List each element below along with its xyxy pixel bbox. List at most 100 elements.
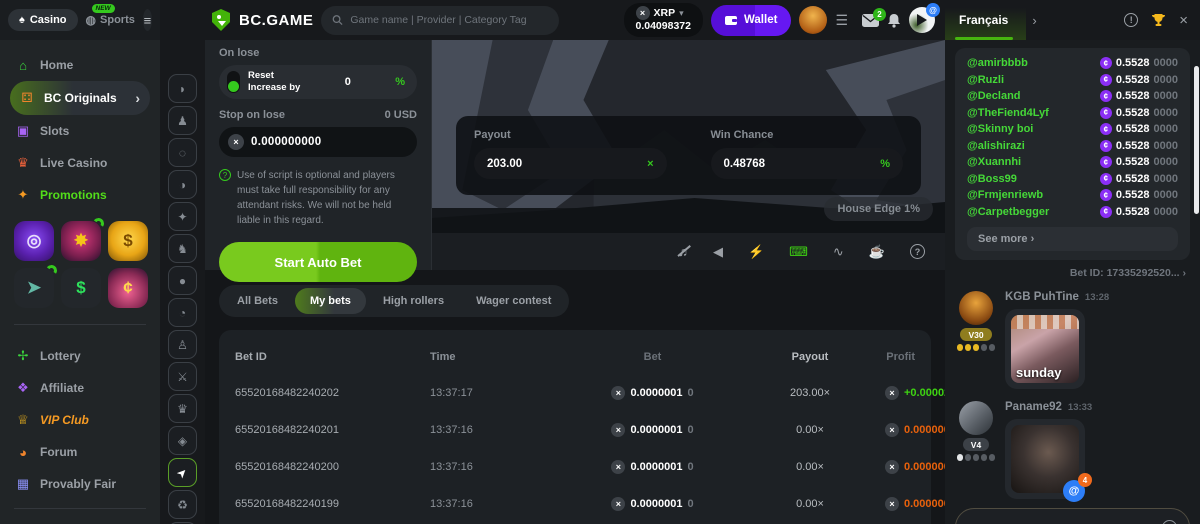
rain-row[interactable]: @Skinny boi ¢ 0.55280000: [967, 121, 1178, 138]
game-icon-coins[interactable]: ✦: [168, 202, 197, 231]
bets-tab[interactable]: Wager contest: [461, 288, 566, 314]
bet-row[interactable]: 65520168482240202 13:37:17 × 0.00000010 …: [235, 374, 915, 411]
game-icon-cards[interactable]: ◔: [168, 298, 197, 327]
sound-icon[interactable]: ◀: [713, 244, 723, 260]
sidebar-item[interactable]: ✢ Lottery: [0, 340, 160, 372]
game-icon-bomb[interactable]: ●: [168, 266, 197, 295]
see-more-button[interactable]: See more ›: [967, 227, 1178, 251]
game-icon-crash[interactable]: ➤: [168, 458, 197, 487]
chat-language-tab[interactable]: Français: [945, 0, 1026, 40]
bets-tab[interactable]: High rollers: [368, 288, 459, 314]
sidebar-item[interactable]: ♛ Live Casino: [0, 147, 160, 179]
game-icon-hat[interactable]: ◈: [168, 426, 197, 455]
rain-username[interactable]: @Xuannhi: [967, 156, 1021, 168]
currency-selector[interactable]: × XRP ▾ 0.04098372: [624, 3, 703, 36]
trophy-icon[interactable]: [1151, 13, 1166, 27]
game-icon-fire[interactable]: ◗: [168, 74, 197, 103]
game-icon-crown[interactable]: ♟: [168, 106, 197, 135]
wallet-button[interactable]: Wallet: [711, 5, 791, 36]
bc-game-logo[interactable]: BC.GAME: [209, 8, 313, 32]
mention-button[interactable]: @ 4: [1063, 480, 1085, 502]
message-username[interactable]: KGB PuhTine: [1005, 291, 1079, 303]
bets-tab[interactable]: All Bets: [222, 288, 293, 314]
sidebar-item[interactable]: ♕ VIP Club: [0, 404, 160, 436]
rain-username[interactable]: @amirbbbb: [967, 57, 1028, 69]
payout-clear-button[interactable]: ×: [647, 158, 653, 170]
casino-toggle[interactable]: ♠ Casino: [8, 9, 78, 31]
avatar[interactable]: [959, 401, 993, 435]
sidebar-item[interactable]: ▣ Slots: [0, 115, 160, 147]
bets-tab[interactable]: My bets: [295, 288, 366, 314]
chat-rules-icon[interactable]: !: [1124, 13, 1138, 27]
rain-username[interactable]: @alishirazi: [967, 140, 1025, 152]
rain-username[interactable]: @TheFiend4Lyf: [967, 107, 1049, 119]
chevron-right-icon[interactable]: ›: [1032, 13, 1036, 28]
notifications-bell-icon[interactable]: [887, 13, 901, 28]
rain-bet-id-link[interactable]: Bet ID: 17335292520... ›: [945, 260, 1200, 283]
rain-row[interactable]: @amirbbbb ¢ 0.55280000: [967, 55, 1178, 72]
rain-row[interactable]: @alishirazi ¢ 0.55280000: [967, 138, 1178, 155]
rain-username[interactable]: @Carpetbegger: [967, 206, 1049, 218]
rain-row[interactable]: @Ruzli ¢ 0.55280000: [967, 72, 1178, 89]
rain-username[interactable]: @Decland: [967, 90, 1021, 102]
hotkeys-icon[interactable]: ⌨: [789, 244, 808, 260]
game-icon-gems[interactable]: ♻: [168, 490, 197, 519]
sidebar-item[interactable]: ⌂ Home: [0, 49, 160, 81]
sidebar-item[interactable]: ◕ Forum: [0, 436, 160, 468]
rain-row[interactable]: @TheFiend4Lyf ¢ 0.55280000: [967, 105, 1178, 122]
bet-row[interactable]: 65520168482240201 13:37:16 × 0.00000010 …: [235, 411, 915, 448]
avatar[interactable]: [959, 291, 993, 325]
sidebar-collapse-button[interactable]: ≡: [143, 9, 152, 31]
bet-row[interactable]: 65520168482240199 13:37:16 × 0.00000010 …: [235, 485, 915, 522]
sidebar-item[interactable]: ▦ Provably Fair: [0, 468, 160, 500]
game-icon-grenade[interactable]: ♙: [168, 330, 197, 359]
win-chance-input[interactable]: 0.48768 %: [711, 148, 904, 179]
increase-value-input[interactable]: 0: [308, 76, 387, 88]
chat-message-input[interactable]: [955, 508, 1190, 524]
sidebar-item[interactable]: ⚃ BC Originals ›: [10, 81, 150, 115]
sports-toggle[interactable]: NEW ◍ Sports: [86, 13, 135, 27]
game-icon-ring[interactable]: ♛: [168, 394, 197, 423]
help-icon[interactable]: ?: [910, 244, 925, 259]
rain-username[interactable]: @Skinny boi: [967, 123, 1033, 135]
game-icon-eggs[interactable]: ◑: [168, 170, 197, 199]
chat-scrollbar[interactable]: [1194, 66, 1199, 214]
game-icon-target[interactable]: ◌: [168, 138, 197, 167]
rain-row[interactable]: @Frmjenriewb ¢ 0.55280000: [967, 187, 1178, 204]
avatar[interactable]: [799, 6, 827, 34]
promo-rocket[interactable]: ➤: [14, 268, 54, 308]
rain-username[interactable]: @Frmjenriewb: [967, 189, 1043, 201]
promo-lucky-wheel[interactable]: ✸: [61, 221, 101, 261]
mail-icon[interactable]: 2: [862, 14, 879, 27]
game-icon-sword[interactable]: ⚔: [168, 362, 197, 391]
chat-toggle-icon[interactable]: @: [909, 7, 935, 33]
rain-username[interactable]: @Ruzli: [967, 74, 1004, 86]
message-image[interactable]: sunday: [1005, 309, 1085, 389]
emoji-icon[interactable]: [1162, 520, 1177, 524]
rain-row[interactable]: @Xuannhi ¢ 0.55280000: [967, 154, 1178, 171]
message-username[interactable]: Paname92: [1005, 401, 1062, 413]
mode-labels[interactable]: Reset Increase by: [248, 70, 300, 94]
promo-dart-spin[interactable]: ◎: [14, 221, 54, 261]
rain-row[interactable]: @Carpetbegger ¢ 0.55280000: [967, 204, 1178, 221]
trends-icon[interactable]: ∿: [833, 244, 844, 260]
payout-input[interactable]: 203.00 ×: [474, 148, 667, 179]
profile-menu-icon[interactable]: ☰: [835, 12, 848, 29]
music-off-icon[interactable]: ♫: [678, 244, 688, 259]
reset-increase-toggle[interactable]: [227, 71, 240, 93]
rain-row[interactable]: @Decland ¢ 0.55280000: [967, 88, 1178, 105]
stop-on-lose-input[interactable]: × 0.000000000: [219, 127, 417, 157]
sidebar-item[interactable]: ✦ Promotions: [0, 179, 160, 211]
promo-cash-tag[interactable]: $: [61, 268, 101, 308]
promo-coin-drop[interactable]: ¢: [108, 268, 148, 308]
game-icon-crab[interactable]: ♞: [168, 234, 197, 263]
bet-row[interactable]: 65520168482240200 13:37:16 × 0.00000010 …: [235, 448, 915, 485]
search-input[interactable]: [350, 14, 548, 26]
sidebar-item[interactable]: ❖ Affiliate: [0, 372, 160, 404]
rain-username[interactable]: @Boss99: [967, 173, 1017, 185]
close-icon[interactable]: ×: [1179, 12, 1188, 29]
promo-piggy-bank[interactable]: $: [108, 221, 148, 261]
turbo-icon[interactable]: ⚡: [748, 244, 764, 260]
rain-row[interactable]: @Boss99 ¢ 0.55280000: [967, 171, 1178, 188]
seeds-icon[interactable]: ☕: [869, 244, 885, 260]
